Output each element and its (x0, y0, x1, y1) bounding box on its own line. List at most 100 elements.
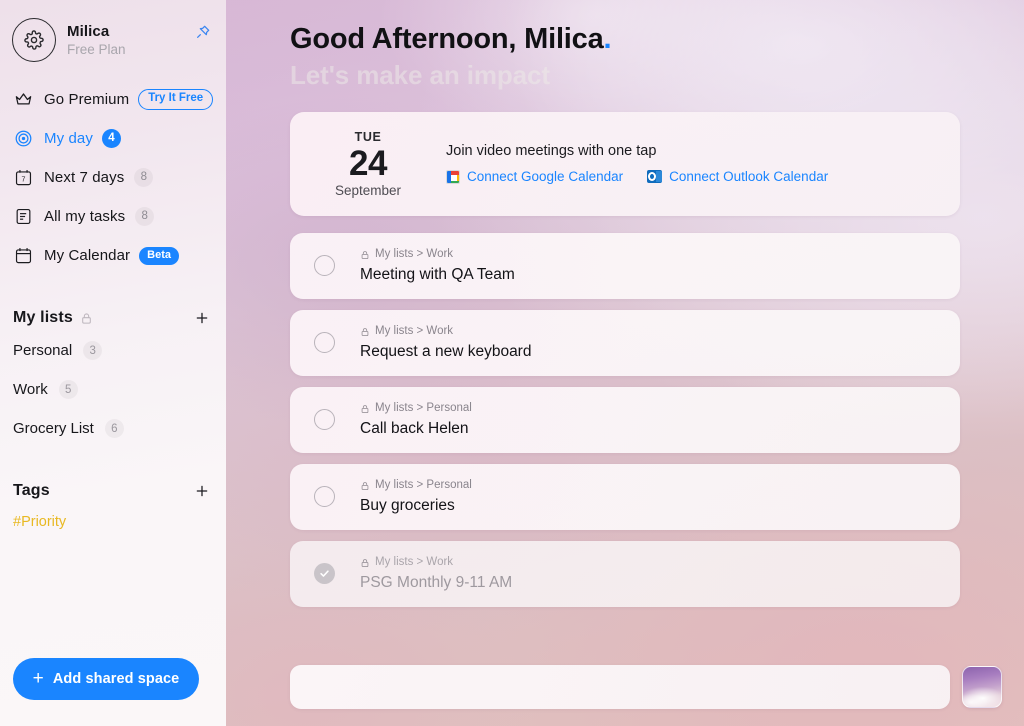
table-row[interactable]: My lists > Work PSG Monthly 9-11 AM (290, 540, 960, 607)
lock-icon (80, 312, 93, 325)
add-shared-space-button[interactable]: + Add shared space (13, 658, 199, 700)
list-item-name: Grocery List (13, 420, 94, 437)
lock-icon (360, 404, 370, 414)
table-row[interactable]: My lists > Personal Buy groceries (290, 463, 960, 530)
my-lists-items: Personal 3 Work 5 Grocery List 6 (0, 331, 226, 448)
pin-icon (197, 25, 210, 38)
calendar-card-body: Join video meetings with one tap Connect… (446, 143, 828, 184)
connect-google-calendar-label: Connect Google Calendar (467, 169, 624, 185)
outlook-calendar-icon (647, 170, 663, 184)
list-item-count: 3 (83, 341, 103, 360)
add-tag-button[interactable] (191, 480, 213, 502)
add-task-input[interactable] (290, 665, 950, 709)
task-breadcrumb-label: My lists > Work (375, 555, 454, 568)
my-lists-title: My lists (13, 309, 73, 326)
gear-icon (24, 30, 44, 50)
task-title: Meeting with QA Team (360, 266, 515, 284)
target-icon (12, 128, 34, 150)
sidebar-item-all-my-tasks[interactable]: All my tasks 8 (0, 197, 226, 236)
table-row[interactable]: My lists > Personal Call back Helen (290, 386, 960, 453)
profile-plan: Free Plan (67, 41, 126, 57)
list-item[interactable]: Personal 3 (0, 331, 226, 370)
sidebar-item-next-7-days[interactable]: 7 Next 7 days 8 (0, 158, 226, 197)
task-checkbox[interactable] (314, 563, 335, 585)
task-checkbox[interactable] (314, 255, 335, 277)
list-item-name: Personal (13, 342, 73, 359)
list-item-count: 5 (58, 380, 78, 399)
sidebar: Milica Free Plan Go Premium Try It Free (0, 0, 226, 726)
list-item[interactable]: Grocery List 6 (0, 409, 226, 448)
table-row[interactable]: My lists > Work Meeting with QA Team (290, 232, 960, 299)
task-body: My lists > Personal Call back Helen (360, 402, 472, 438)
my-lists-header: My lists (0, 305, 226, 331)
page-subtitle: Let's make an impact (290, 59, 550, 90)
list-icon (12, 206, 34, 228)
task-body: My lists > Work Meeting with QA Team (360, 248, 515, 284)
all-my-tasks-count-badge: 8 (135, 207, 155, 226)
google-calendar-icon (446, 169, 460, 184)
calendar-day-of-week: TUE (354, 129, 382, 144)
sidebar-item-label: Next 7 days (44, 169, 125, 186)
add-shared-space-label: Add shared space (52, 671, 180, 687)
task-checkbox[interactable] (314, 409, 335, 431)
tags-title: Tags (13, 482, 50, 499)
task-breadcrumb: My lists > Work (360, 556, 512, 569)
sidebar-item-my-day[interactable]: My day 4 (0, 119, 226, 158)
calendar-month: September (334, 183, 402, 199)
calendar-7-icon: 7 (12, 167, 34, 189)
lock-icon (360, 327, 370, 337)
task-title: PSG Monthly 9-11 AM (360, 574, 513, 592)
avatar[interactable] (12, 18, 56, 62)
connect-google-calendar-link[interactable]: Connect Google Calendar (446, 169, 623, 184)
task-breadcrumb: My lists > Work (360, 248, 515, 261)
tag-item-label: #Priority (13, 514, 67, 530)
sidebar-item-label: All my tasks (44, 208, 126, 225)
task-title: Buy groceries (360, 497, 455, 515)
check-icon (320, 570, 329, 578)
try-it-free-button[interactable]: Try It Free (138, 89, 214, 110)
calendar-connect-links: Connect Google Calendar Connect Outlook … (446, 169, 828, 184)
sidebar-item-label: My Calendar (44, 247, 131, 264)
task-title: Call back Helen (360, 420, 469, 438)
list-item[interactable]: Work 5 (0, 370, 226, 409)
pin-sidebar-button[interactable] (193, 22, 213, 42)
task-checkbox[interactable] (314, 332, 335, 354)
crown-icon (12, 89, 34, 111)
greeting-dot: . (603, 23, 612, 55)
calendar-date: TUE 24 September (316, 130, 420, 199)
task-checkbox[interactable] (314, 486, 335, 508)
lock-icon (360, 250, 370, 260)
connect-outlook-calendar-link[interactable]: Connect Outlook Calendar (647, 169, 828, 184)
theme-thumbnail-button[interactable] (962, 666, 1002, 708)
table-row[interactable]: My lists > Work Request a new keyboard (290, 309, 960, 376)
task-breadcrumb-label: My lists > Work (375, 324, 454, 337)
sidebar-item-my-calendar[interactable]: My Calendar Beta (0, 236, 226, 275)
add-list-button[interactable] (191, 307, 213, 329)
task-breadcrumb-label: My lists > Personal (375, 478, 472, 491)
task-breadcrumb: My lists > Personal (360, 479, 472, 492)
lock-icon (360, 481, 370, 491)
sidebar-item-label: Go Premium (44, 91, 130, 108)
task-list: My lists > Work Meeting with QA Team My … (290, 232, 960, 607)
task-body: My lists > Work PSG Monthly 9-11 AM (360, 556, 512, 592)
sidebar-footer: + Add shared space (0, 658, 226, 726)
next-7-days-count-badge: 8 (134, 168, 154, 187)
app-root: Milica Free Plan Go Premium Try It Free (0, 0, 1024, 726)
svg-text:7: 7 (21, 175, 25, 183)
profile-section[interactable]: Milica Free Plan (0, 0, 226, 62)
task-body: My lists > Personal Buy groceries (360, 479, 472, 515)
my-day-count-badge: 4 (101, 129, 121, 148)
plus-icon: + (32, 667, 44, 689)
task-breadcrumb-label: My lists > Work (375, 247, 454, 260)
profile-name: Milica (67, 22, 110, 40)
task-breadcrumb: My lists > Work (360, 325, 531, 338)
task-breadcrumb: My lists > Personal (360, 402, 472, 415)
primary-nav: Go Premium Try It Free My day 4 7 Next 7… (0, 80, 226, 275)
task-title: Request a new keyboard (360, 343, 532, 361)
sidebar-item-go-premium[interactable]: Go Premium Try It Free (0, 80, 226, 119)
list-item-name: Work (13, 381, 48, 398)
calendar-card-title: Join video meetings with one tap (446, 143, 657, 160)
calendar-icon (12, 245, 34, 267)
greeting-text: Good Afternoon, Milica (290, 23, 604, 55)
tag-item-priority[interactable]: #Priority (0, 504, 226, 540)
